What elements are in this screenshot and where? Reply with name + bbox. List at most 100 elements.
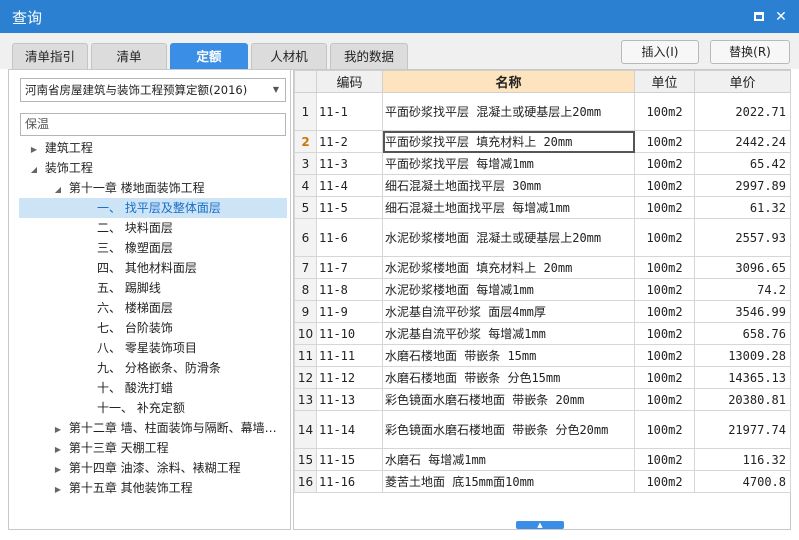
name-cell[interactable]: 水泥基自流平砂浆 面层4mm厚 — [382, 300, 635, 323]
code-cell[interactable]: 11-10 — [316, 322, 383, 345]
table-row[interactable]: 6 11-6 水泥砂浆楼地面 混凝土或硬基层上20mm 100m2 2557.93 — [294, 218, 791, 257]
table-row[interactable]: 10 11-10 水泥基自流平砂浆 每增减1mm 100m2 658.76 — [294, 322, 791, 345]
unit-cell[interactable]: 100m2 — [634, 92, 695, 131]
tree-node-leveling[interactable]: 一、 找平层及整体面层 — [19, 198, 287, 218]
table-row[interactable]: 2 11-2 平面砂浆找平层 填充材料上 20mm 100m2 2442.24 — [294, 130, 791, 153]
price-cell[interactable]: 2997.89 — [694, 174, 791, 197]
table-row[interactable]: 7 11-7 水泥砂浆楼地面 填充材料上 20mm 100m2 3096.65 — [294, 256, 791, 279]
tree-node-chapter-15[interactable]: ▶ 第十五章 其他装饰工程 — [51, 478, 193, 498]
unit-cell[interactable]: 100m2 — [634, 152, 695, 175]
name-cell[interactable]: 水磨石 每增减1mm — [382, 448, 635, 471]
code-cell[interactable]: 11-13 — [316, 388, 383, 411]
tree-node-other-material[interactable]: 四、 其他材料面层 — [97, 258, 197, 278]
name-cell[interactable]: 水泥砂浆楼地面 每增减1mm — [382, 278, 635, 301]
tree-node-block[interactable]: 二、 块料面层 — [97, 218, 173, 238]
tree-node-chapter-14[interactable]: ▶ 第十四章 油漆、涂料、裱糊工程 — [51, 458, 241, 478]
tree-node-strip[interactable]: 九、 分格嵌条、防滑条 — [97, 358, 221, 378]
table-row[interactable]: 9 11-9 水泥基自流平砂浆 面层4mm厚 100m2 3546.99 — [294, 300, 791, 323]
tab-my-data[interactable]: 我的数据 — [330, 43, 408, 69]
code-cell[interactable]: 11-5 — [316, 196, 383, 219]
tree-node-chapter-12[interactable]: ▶ 第十二章 墙、柱面装饰与隔断、幕墙… — [51, 418, 277, 438]
code-cell[interactable]: 11-16 — [316, 470, 383, 493]
table-row[interactable]: 13 11-13 彩色镜面水磨石楼地面 带嵌条 20mm 100m2 20380.81 — [294, 388, 791, 411]
code-cell[interactable]: 11-12 — [316, 366, 383, 389]
code-cell[interactable]: 11-3 — [316, 152, 383, 175]
table-row[interactable]: 5 11-5 细石混凝土地面找平层 每增减1mm 100m2 61.32 — [294, 196, 791, 219]
table-row[interactable]: 8 11-8 水泥砂浆楼地面 每增减1mm 100m2 74.2 — [294, 278, 791, 301]
close-icon[interactable]: ✕ — [774, 10, 788, 24]
name-cell[interactable]: 彩色镜面水磨石楼地面 带嵌条 分色20mm — [382, 410, 635, 449]
code-cell[interactable]: 11-9 — [316, 300, 383, 323]
search-input[interactable]: 保温 — [20, 113, 286, 136]
name-cell[interactable]: 细石混凝土地面找平层 每增减1mm — [382, 196, 635, 219]
tree-node-step[interactable]: 七、 台阶装饰 — [97, 318, 173, 338]
expand-arrow-icon[interactable]: ▶ — [51, 480, 65, 500]
code-cell[interactable]: 11-11 — [316, 344, 383, 367]
insert-button[interactable]: 插入(I) — [621, 40, 699, 64]
table-row[interactable]: 15 11-15 水磨石 每增减1mm 100m2 116.32 — [294, 448, 791, 471]
collapse-arrow-icon[interactable]: ◢ — [51, 180, 65, 200]
column-header-name[interactable]: 名称 — [382, 70, 635, 93]
tab-labor-material[interactable]: 人材机 — [251, 43, 327, 69]
price-cell[interactable]: 2557.93 — [694, 218, 791, 257]
name-cell[interactable]: 菱苦土地面 底15mm面10mm — [382, 470, 635, 493]
unit-cell[interactable]: 100m2 — [634, 344, 695, 367]
name-cell[interactable]: 水磨石楼地面 带嵌条 分色15mm — [382, 366, 635, 389]
table-row[interactable]: 12 11-12 水磨石楼地面 带嵌条 分色15mm 100m2 14365.13 — [294, 366, 791, 389]
table-row[interactable]: 14 11-14 彩色镜面水磨石楼地面 带嵌条 分色20mm 100m2 21977.7… — [294, 410, 791, 449]
name-cell[interactable]: 水泥基自流平砂浆 每增减1mm — [382, 322, 635, 345]
price-cell[interactable]: 14365.13 — [694, 366, 791, 389]
price-cell[interactable]: 74.2 — [694, 278, 791, 301]
name-cell[interactable]: 平面砂浆找平层 每增减1mm — [382, 152, 635, 175]
unit-cell[interactable]: 100m2 — [634, 196, 695, 219]
tree-node-pickling[interactable]: 十、 酸洗打蜡 — [97, 378, 173, 398]
code-cell[interactable]: 11-8 — [316, 278, 383, 301]
price-cell[interactable]: 2442.24 — [694, 130, 791, 153]
column-header-code[interactable]: 编码 — [316, 70, 383, 93]
maximize-icon[interactable] — [752, 10, 766, 24]
unit-cell[interactable]: 100m2 — [634, 410, 695, 449]
expand-arrow-icon[interactable]: ▶ — [27, 140, 41, 160]
unit-cell[interactable]: 100m2 — [634, 218, 695, 257]
tab-quota[interactable]: 定额 — [170, 43, 248, 69]
code-cell[interactable]: 11-15 — [316, 448, 383, 471]
name-cell[interactable]: 平面砂浆找平层 混凝土或硬基层上20mm — [382, 92, 635, 131]
expand-arrow-icon[interactable]: ▶ — [51, 420, 65, 440]
name-cell[interactable]: 细石混凝土地面找平层 30mm — [382, 174, 635, 197]
tab-list[interactable]: 清单 — [91, 43, 167, 69]
tree-node-building[interactable]: ▶ 建筑工程 — [27, 138, 93, 158]
tree-node-chapter-13[interactable]: ▶ 第十三章 天棚工程 — [51, 438, 169, 458]
tree-node-decoration[interactable]: ◢ 装饰工程 — [27, 158, 93, 178]
tree-node-chapter-11[interactable]: ◢ 第十一章 楼地面装饰工程 — [51, 178, 205, 198]
column-header-unit[interactable]: 单位 — [634, 70, 695, 93]
tree-node-misc[interactable]: 八、 零星装饰项目 — [97, 338, 197, 358]
library-select[interactable]: 河南省房屋建筑与装饰工程预算定额(2016) ▼ — [20, 78, 286, 102]
price-cell[interactable]: 116.32 — [694, 448, 791, 471]
price-cell[interactable]: 4700.8 — [694, 470, 791, 493]
code-cell[interactable]: 11-14 — [316, 410, 383, 449]
replace-button[interactable]: 替换(R) — [710, 40, 790, 64]
column-header-price[interactable]: 单价 — [694, 70, 791, 93]
name-cell[interactable]: 彩色镜面水磨石楼地面 带嵌条 20mm — [382, 388, 635, 411]
unit-cell[interactable]: 100m2 — [634, 174, 695, 197]
unit-cell[interactable]: 100m2 — [634, 278, 695, 301]
unit-cell[interactable]: 100m2 — [634, 448, 695, 471]
tab-list-guide[interactable]: 清单指引 — [12, 43, 88, 69]
price-cell[interactable]: 65.42 — [694, 152, 791, 175]
name-cell[interactable]: 水磨石楼地面 带嵌条 15mm — [382, 344, 635, 367]
code-cell[interactable]: 11-1 — [316, 92, 383, 131]
unit-cell[interactable]: 100m2 — [634, 256, 695, 279]
collapse-arrow-icon[interactable]: ◢ — [27, 160, 41, 180]
unit-cell[interactable]: 100m2 — [634, 130, 695, 153]
unit-cell[interactable]: 100m2 — [634, 470, 695, 493]
tree-node-skirting[interactable]: 五、 踢脚线 — [97, 278, 161, 298]
table-row[interactable]: 16 11-16 菱苦土地面 底15mm面10mm 100m2 4700.8 — [294, 470, 791, 493]
expand-arrow-icon[interactable]: ▶ — [51, 460, 65, 480]
table-row[interactable]: 11 11-11 水磨石楼地面 带嵌条 15mm 100m2 13009.28 — [294, 344, 791, 367]
unit-cell[interactable]: 100m2 — [634, 322, 695, 345]
unit-cell[interactable]: 100m2 — [634, 388, 695, 411]
chevron-down-icon[interactable]: ▼ — [273, 79, 279, 101]
price-cell[interactable]: 20380.81 — [694, 388, 791, 411]
table-row[interactable]: 3 11-3 平面砂浆找平层 每增减1mm 100m2 65.42 — [294, 152, 791, 175]
expand-arrow-icon[interactable]: ▶ — [51, 440, 65, 460]
